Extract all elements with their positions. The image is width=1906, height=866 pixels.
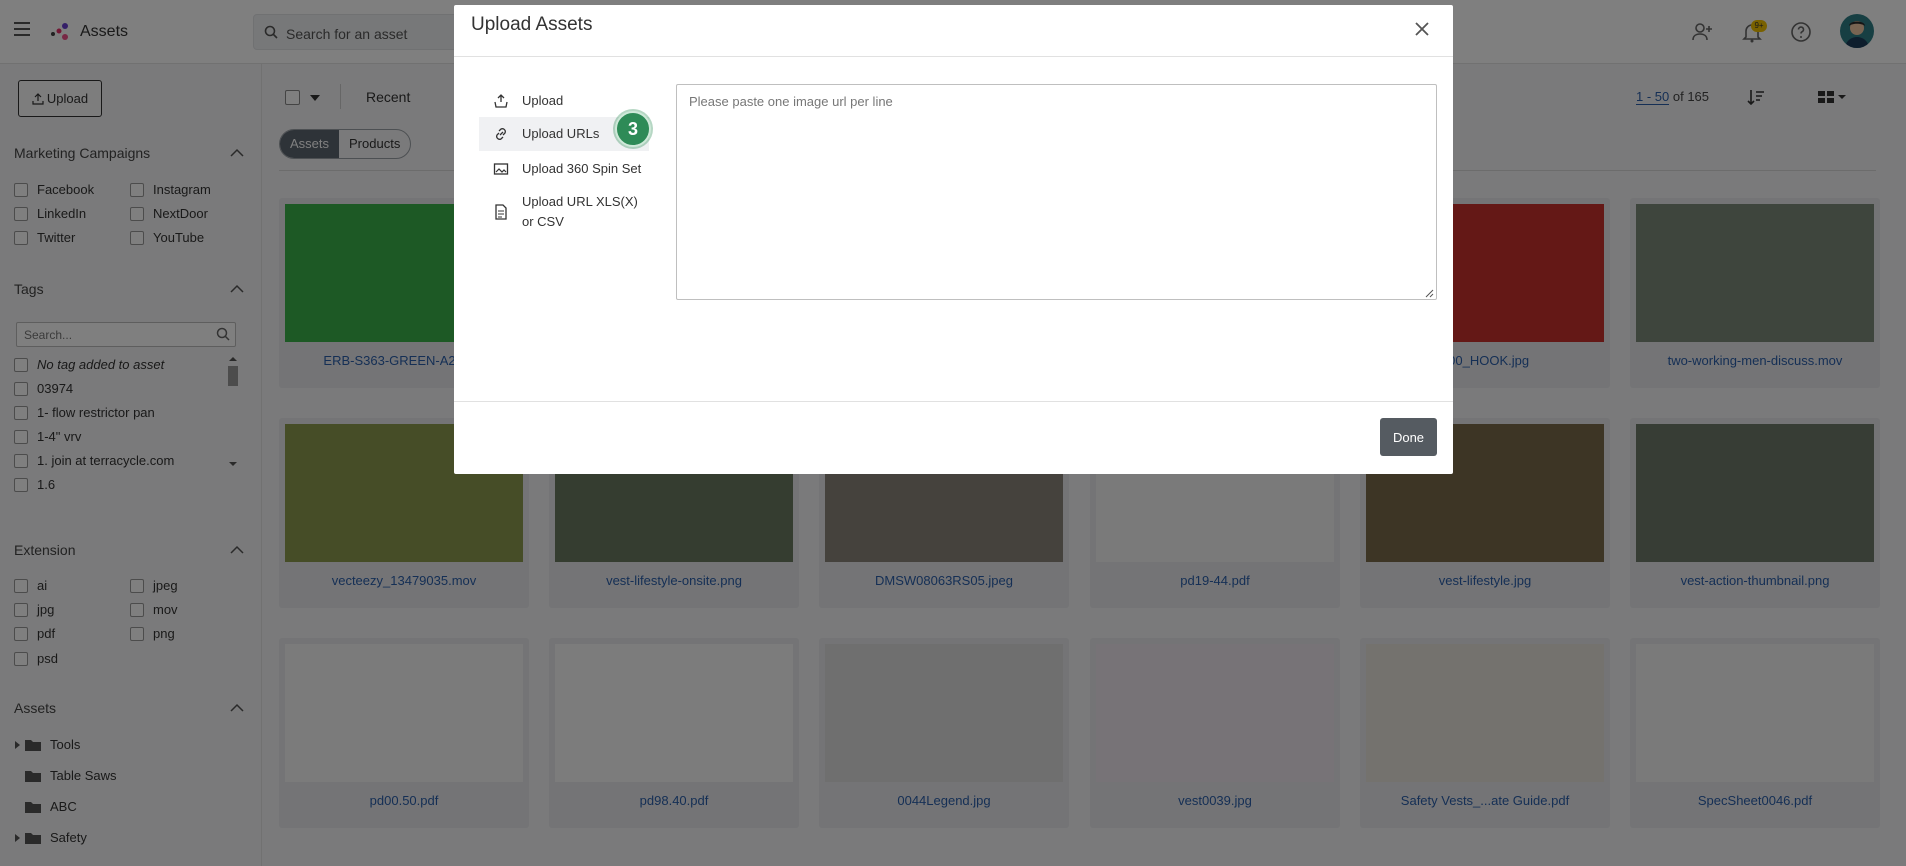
menu-label: Upload [522,93,564,108]
modal-title: Upload Assets [471,14,593,35]
close-icon[interactable] [1414,21,1430,37]
menu-label: Upload URLs [522,126,600,141]
menu-label: Upload URL XLS(X) [522,194,638,209]
menu-label: or CSV [522,214,564,229]
menu-upload[interactable]: Upload [479,89,649,113]
menu-upload-360[interactable]: Upload 360 Spin Set [479,158,649,182]
step-badge: 3 [615,111,651,147]
link-icon [496,128,506,140]
upload-assets-modal: Upload Assets Upload Upload URLs 3 Uploa… [454,5,1453,474]
url-list-textarea[interactable] [676,84,1437,300]
divider [454,401,1453,402]
menu-upload-xls[interactable]: Upload URL XLS(X) or CSV [479,192,649,234]
done-button[interactable]: Done [1380,418,1437,456]
menu-label: Upload 360 Spin Set [522,161,642,176]
app-window: Assets Search for an asset 9+ Upload Mar… [0,0,1906,866]
document-icon [495,204,507,220]
upload-tray-icon [494,94,508,108]
image-icon [493,163,509,175]
divider [454,56,1453,57]
resize-handle-icon[interactable] [1425,289,1434,298]
